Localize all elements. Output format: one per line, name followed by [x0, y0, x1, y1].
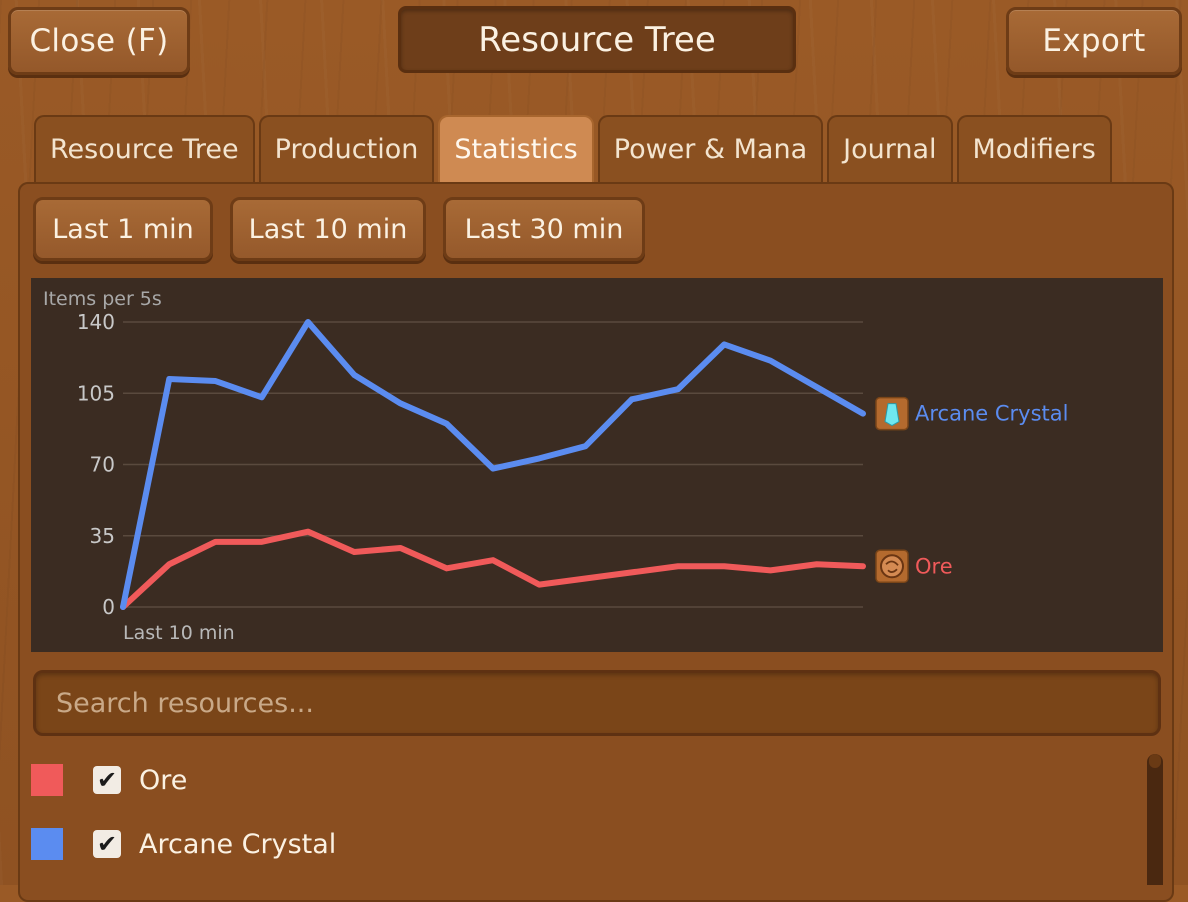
series-label-arcane-crystal: Arcane Crystal	[915, 402, 1068, 426]
tab-bar: Resource Tree Production Statistics Powe…	[34, 115, 1112, 182]
range-1min-button[interactable]: Last 1 min	[33, 197, 213, 261]
close-button[interactable]: Close (F)	[8, 7, 190, 75]
ore-checkbox[interactable]: ✔	[93, 766, 121, 794]
list-scrollbar[interactable]	[1147, 754, 1163, 885]
tab-power-mana[interactable]: Power & Mana	[598, 115, 823, 182]
legend-row-arcane-crystal: ✔ Arcane Crystal	[31, 824, 336, 864]
tab-resource-tree[interactable]: Resource Tree	[34, 115, 255, 182]
y-tick-label: 70	[90, 453, 115, 477]
statistics-chart: Items per 5s 0 35 70 105 140 Last 10 min Ore Arc…	[31, 278, 1163, 652]
ore-color-swatch	[31, 764, 63, 796]
range-10min-button[interactable]: Last 10 min	[230, 197, 426, 261]
ore-shape	[881, 555, 903, 577]
y-tick-label: 140	[77, 310, 115, 334]
y-tick-label: 35	[90, 524, 115, 548]
tab-modifiers[interactable]: Modifiers	[957, 115, 1112, 182]
crystal-shape	[885, 404, 899, 426]
arcane-crystal-color-swatch	[31, 828, 63, 860]
legend-row-ore: ✔ Ore	[31, 760, 187, 800]
arcane-crystal-checkbox[interactable]: ✔	[93, 830, 121, 858]
tab-production[interactable]: Production	[259, 115, 435, 182]
legend-label-ore: Ore	[139, 765, 187, 796]
legend-label-arcane-crystal: Arcane Crystal	[139, 829, 336, 860]
tab-journal[interactable]: Journal	[827, 115, 952, 182]
range-30min-button[interactable]: Last 30 min	[443, 197, 645, 261]
search-input[interactable]	[33, 670, 1161, 736]
y-axis-title: Items per 5s	[43, 288, 162, 310]
export-button[interactable]: Export	[1006, 7, 1182, 75]
series-label-ore: Ore	[915, 554, 953, 578]
x-axis-title: Last 10 min	[123, 622, 235, 644]
tab-statistics[interactable]: Statistics	[438, 115, 593, 182]
scrollbar-thumb[interactable]	[1149, 754, 1161, 768]
chart-svg: Items per 5s 0 35 70 105 140 Last 10 min Ore Arc…	[31, 278, 1163, 652]
y-tick-label: 105	[77, 381, 115, 405]
series-line-ore	[123, 532, 863, 607]
y-tick-label: 0	[102, 595, 115, 619]
page-title: Resource Tree	[398, 6, 796, 73]
